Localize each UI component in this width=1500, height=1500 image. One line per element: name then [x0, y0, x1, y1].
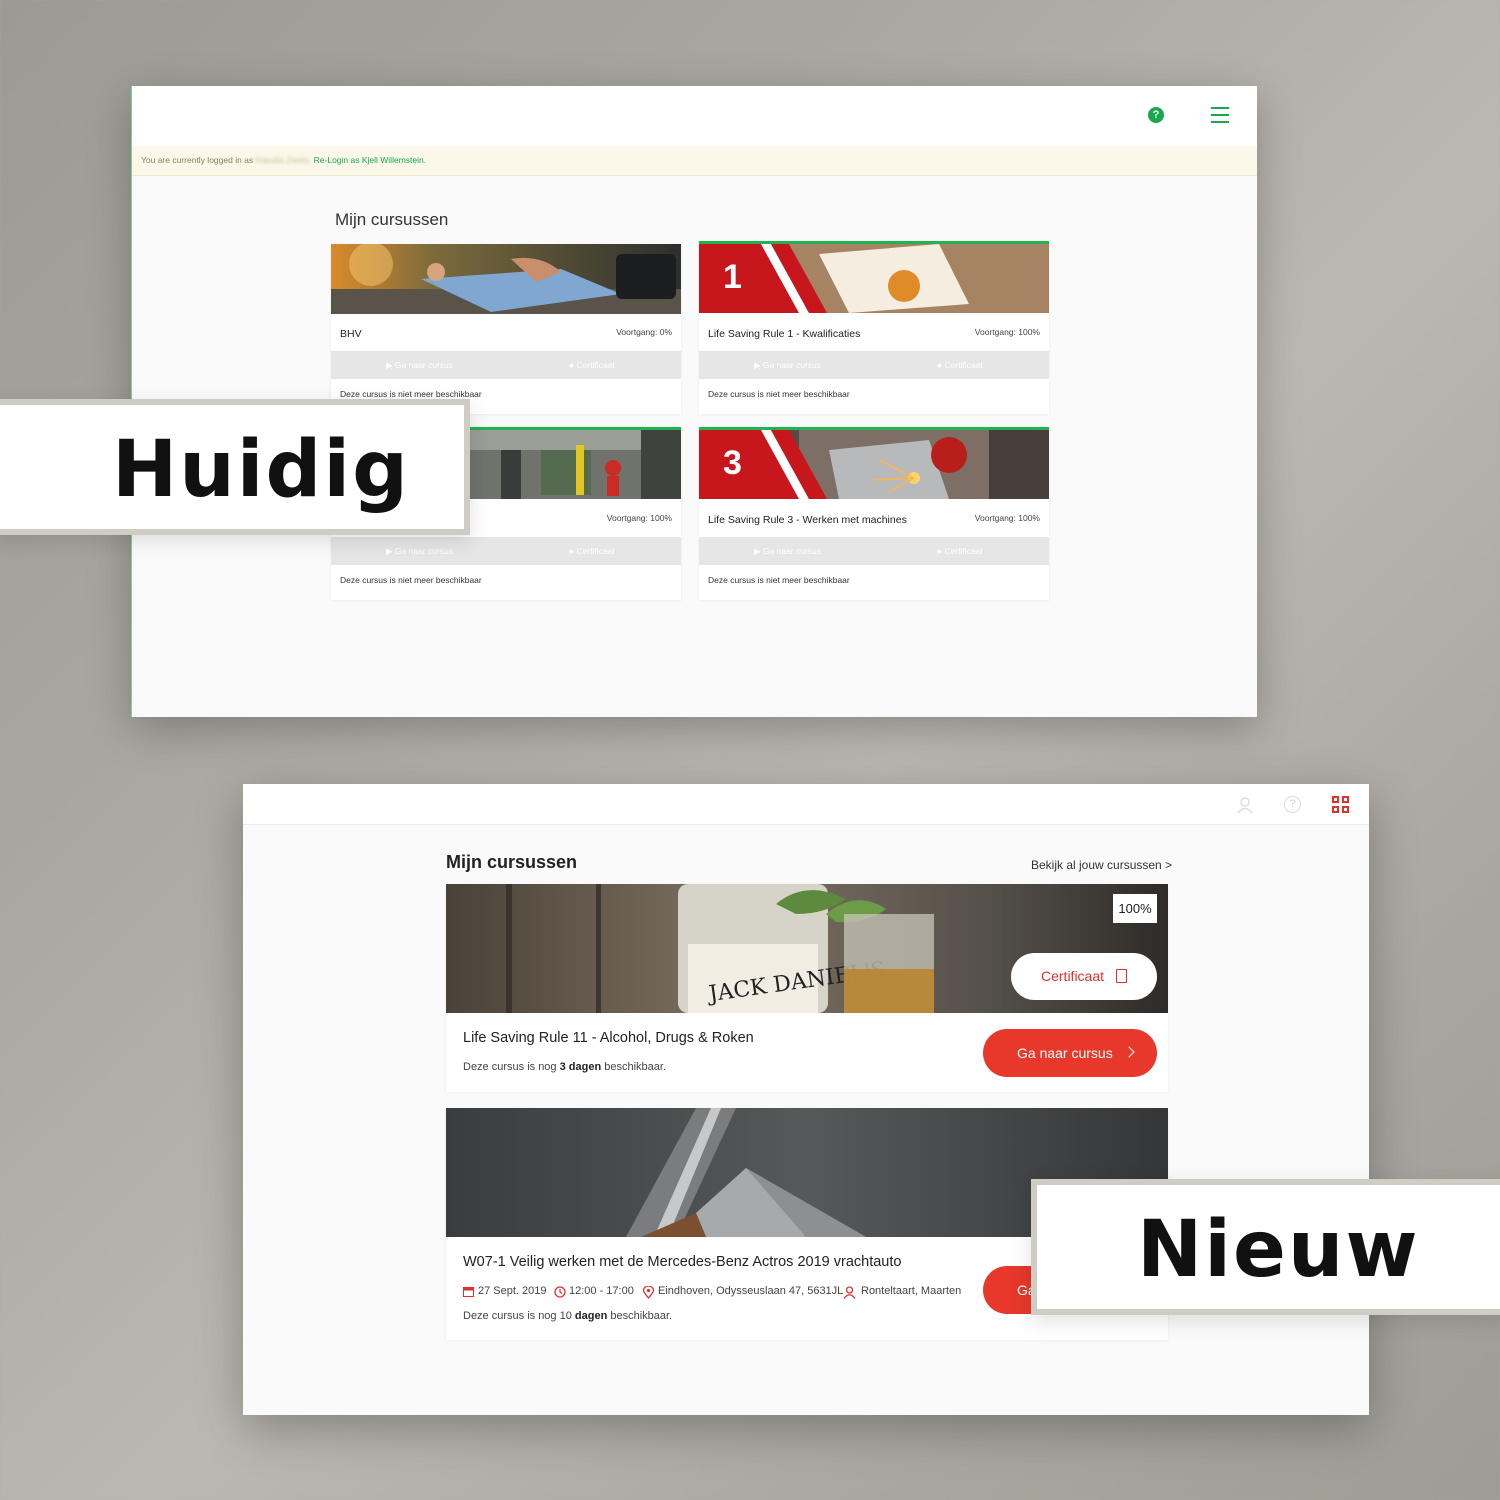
progress-badge: 100%: [1113, 894, 1157, 923]
view-all-courses-link[interactable]: Bekijk al jouw cursussen >: [1031, 858, 1172, 872]
go-to-course-button[interactable]: ▶ Ga naar cursus: [386, 360, 453, 371]
availability-note: Deze cursus is niet meer beschikbaar: [340, 575, 482, 585]
login-banner: You are currently logged in as Klaudia Z…: [132, 146, 1257, 176]
label-text: Nieuw: [1137, 1205, 1420, 1295]
course-image: [331, 244, 681, 314]
go-to-course-button[interactable]: ▶ Ga naar cursus: [754, 546, 821, 557]
course-image: JACK DANIEL'S 100% Certificaat: [446, 884, 1168, 1013]
certificate-button[interactable]: ● Certificaat: [569, 546, 615, 556]
new-app-window: ? Mijn cursussen Bekijk al jouw cursusse…: [243, 784, 1369, 1415]
course-card-lsr11: JACK DANIEL'S 100% Certificaat Life Savi…: [446, 884, 1168, 1092]
banner-text: You are currently logged in as: [141, 155, 254, 165]
availability-note: Deze cursus is niet meer beschikbaar: [340, 389, 482, 399]
old-header: ?: [132, 86, 1257, 146]
course-card-lsr1: 1 Life Saving Rule 1 - Kwalificaties Voo…: [699, 241, 1049, 414]
course-name: W07-1 Veilig werken met de Mercedes-Benz…: [463, 1254, 902, 1270]
map-pin-icon: [643, 1286, 654, 1299]
course-name: Life Saving Rule 11 - Alcohol, Drugs & R…: [463, 1030, 754, 1046]
course-image: 3: [699, 430, 1049, 499]
course-progress: Voortgang: 100%: [974, 513, 1040, 523]
new-header: ?: [243, 784, 1369, 825]
go-to-course-button[interactable]: ▶ Ga naar cursus: [754, 360, 821, 371]
current-version-label: Huidig: [0, 399, 470, 535]
rule-number: 1: [723, 258, 742, 296]
certificate-button[interactable]: Certificaat: [1011, 953, 1157, 1000]
document-icon: [1116, 969, 1127, 983]
course-progress: Voortgang: 0%: [616, 327, 672, 337]
course-actions: ▶ Ga naar cursus ● Certificaat: [699, 351, 1049, 379]
rule-number: 3: [723, 444, 742, 482]
course-card-lsr3: 3 Life Saving Rule 3 - Werken met machin…: [699, 427, 1049, 600]
availability-note: Deze cursus is niet meer beschikbaar: [708, 575, 850, 585]
help-icon[interactable]: ?: [1148, 107, 1164, 123]
blurred-username: Klaudia Zwets.: [255, 155, 312, 165]
course-name: BHV: [340, 328, 362, 340]
calendar-icon: [463, 1287, 474, 1297]
grid-icon[interactable]: [1332, 796, 1349, 813]
certificate-button[interactable]: ● Certificaat: [937, 546, 983, 556]
course-actions: ▶ Ga naar cursus ● Certificaat: [331, 351, 681, 379]
course-image: 1: [699, 244, 1049, 313]
availability-note: Deze cursus is nog 10 dagen beschikbaar.: [463, 1310, 673, 1322]
availability-note: Deze cursus is nog 3 dagen beschikbaar.: [463, 1061, 667, 1073]
go-to-course-button[interactable]: Ga naar cursus: [983, 1029, 1157, 1077]
course-actions: ▶ Ga naar cursus ● Certificaat: [331, 537, 681, 565]
new-version-label: Nieuw: [1031, 1179, 1500, 1315]
user-icon[interactable]: [1236, 796, 1254, 814]
go-to-course-button[interactable]: ▶ Ga naar cursus: [386, 546, 453, 557]
clock-icon: [554, 1286, 566, 1298]
label-text: Huidig: [112, 425, 410, 515]
page-title: Mijn cursussen: [446, 852, 578, 872]
help-icon[interactable]: ?: [1284, 796, 1301, 813]
certificate-button[interactable]: ● Certificaat: [569, 360, 615, 370]
course-progress: Voortgang: 100%: [974, 327, 1040, 337]
availability-note: Deze cursus is niet meer beschikbaar: [708, 389, 850, 399]
person-icon: [843, 1286, 856, 1299]
page-title: Mijn cursussen: [335, 210, 449, 229]
hamburger-menu-icon[interactable]: [1211, 107, 1229, 123]
chevron-right-icon: [1123, 1046, 1135, 1058]
certificate-button[interactable]: ● Certificaat: [937, 360, 983, 370]
course-name: Life Saving Rule 3 - Werken met machines: [708, 514, 907, 526]
course-card-bhv: BHV Voortgang: 0% ▶ Ga naar cursus ● Cer…: [331, 244, 681, 414]
course-progress: Voortgang: 100%: [606, 513, 672, 523]
course-name: Life Saving Rule 1 - Kwalificaties: [708, 328, 861, 340]
course-actions: ▶ Ga naar cursus ● Certificaat: [699, 537, 1049, 565]
relogin-link[interactable]: Re-Login as Kjell Willemstein.: [314, 155, 426, 165]
